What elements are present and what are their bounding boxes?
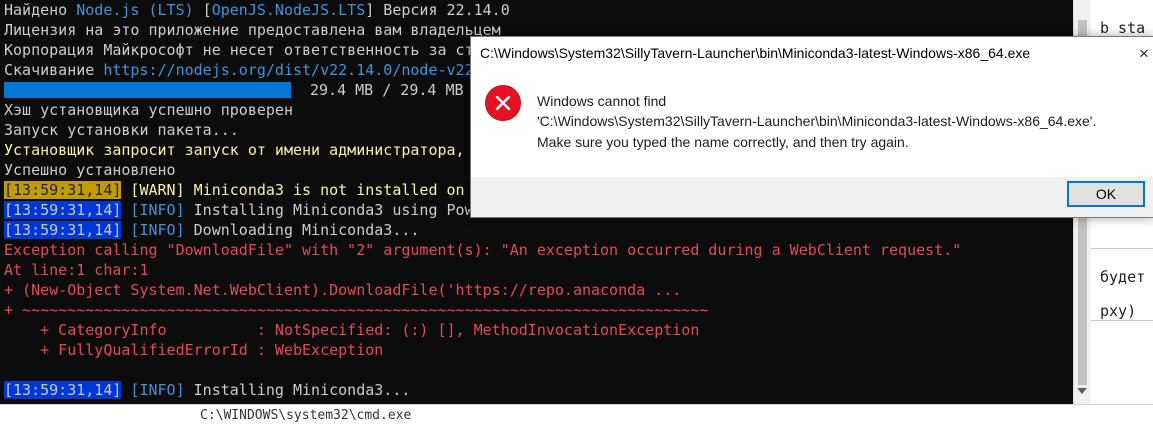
scroll-down-arrow-icon[interactable] [1077,388,1087,394]
dialog-title: C:\Windows\System32\SillyTavern-Launcher… [480,45,1031,61]
error-line: Exception calling "DownloadFile" with "2… [4,241,962,259]
log-message: Downloading Miniconda3... [193,221,420,239]
error-line: + CategoryInfo : NotSpecified: (:) [], M… [4,321,700,339]
console-line: Запуск установки пакета... [4,121,239,139]
log-message: Installing Miniconda3... [193,381,411,399]
console-line: Установщик запросит запуск от имени адми… [4,141,465,159]
close-icon[interactable]: × [1139,44,1149,64]
log-level: [INFO] [121,381,194,399]
bg-text-fragment: b sta [1100,19,1146,37]
log-timestamp: [13:59:31,14] [4,201,122,219]
log-entry-info: [13:59:31,14] [INFO] Installing Minicond… [4,380,410,400]
log-timestamp: [13:59:31,14] [4,381,122,399]
dialog-message-path: 'C:\Windows\System32\SillyTavern-Launche… [537,113,1097,129]
log-level: [WARN] [121,181,194,199]
download-progress-bar [4,82,291,98]
console-line: Корпорация Майкрософт не несет ответстве… [4,41,474,59]
log-entry-info: [13:59:31,14] [INFO] Installing Minicond… [4,200,474,220]
console-line: Успешно установлено [4,161,176,179]
bg-divider [1090,248,1153,249]
download-progress-text: 29.4 MB / 29.4 MB [310,81,464,99]
console-line: Хэш установщика успешно проверен [4,101,293,119]
background-window-title: C:\WINDOWS\system32\cmd.exe [200,408,412,423]
log-level: [INFO] [121,221,194,239]
bg-text-fragment: pxy) [1100,302,1137,320]
background-window-titlebar: C:\WINDOWS\system32\cmd.exe [0,404,1153,424]
console-line: Лицензия на это приложение предоставлена… [4,21,501,39]
bg-divider [1090,320,1153,321]
log-level: [INFO] [121,201,194,219]
log-message: Miniconda3 is not installed on [193,181,465,199]
log-timestamp: [13:59:31,14] [4,181,122,199]
error-line: + FullyQualifiedErrorId : WebException [4,341,384,359]
error-line: At line:1 char:1 [4,261,149,279]
error-icon [485,85,521,121]
console-line: Скачивание https://nodejs.org/dist/v22.1… [4,61,474,79]
dialog-message: Windows cannot find [537,93,667,109]
console-line: Найдено Node.js (LTS) [OpenJS.NodeJS.LTS… [4,1,510,19]
ok-button[interactable]: OK [1067,181,1145,207]
dialog-footer [471,177,1153,217]
dialog-message-hint: Make sure you typed the name correctly, … [537,134,909,150]
error-line: + (New-Object System.Net.WebClient).Down… [4,281,682,299]
log-entry-warn: [13:59:31,14] [WARN] Miniconda3 is not i… [4,180,465,200]
log-entry-info: [13:59:31,14] [INFO] Downloading Minicon… [4,220,419,240]
error-line: + ~~~~~~~~~~~~~~~~~~~~~~~~~~~~~~~~~~~~~~… [4,301,709,319]
log-message: Installing Miniconda3 using Pow [193,201,474,219]
log-timestamp: [13:59:31,14] [4,221,122,239]
bg-text-fragment: будет [1100,268,1146,286]
error-dialog: C:\Windows\System32\SillyTavern-Launcher… [470,36,1153,218]
